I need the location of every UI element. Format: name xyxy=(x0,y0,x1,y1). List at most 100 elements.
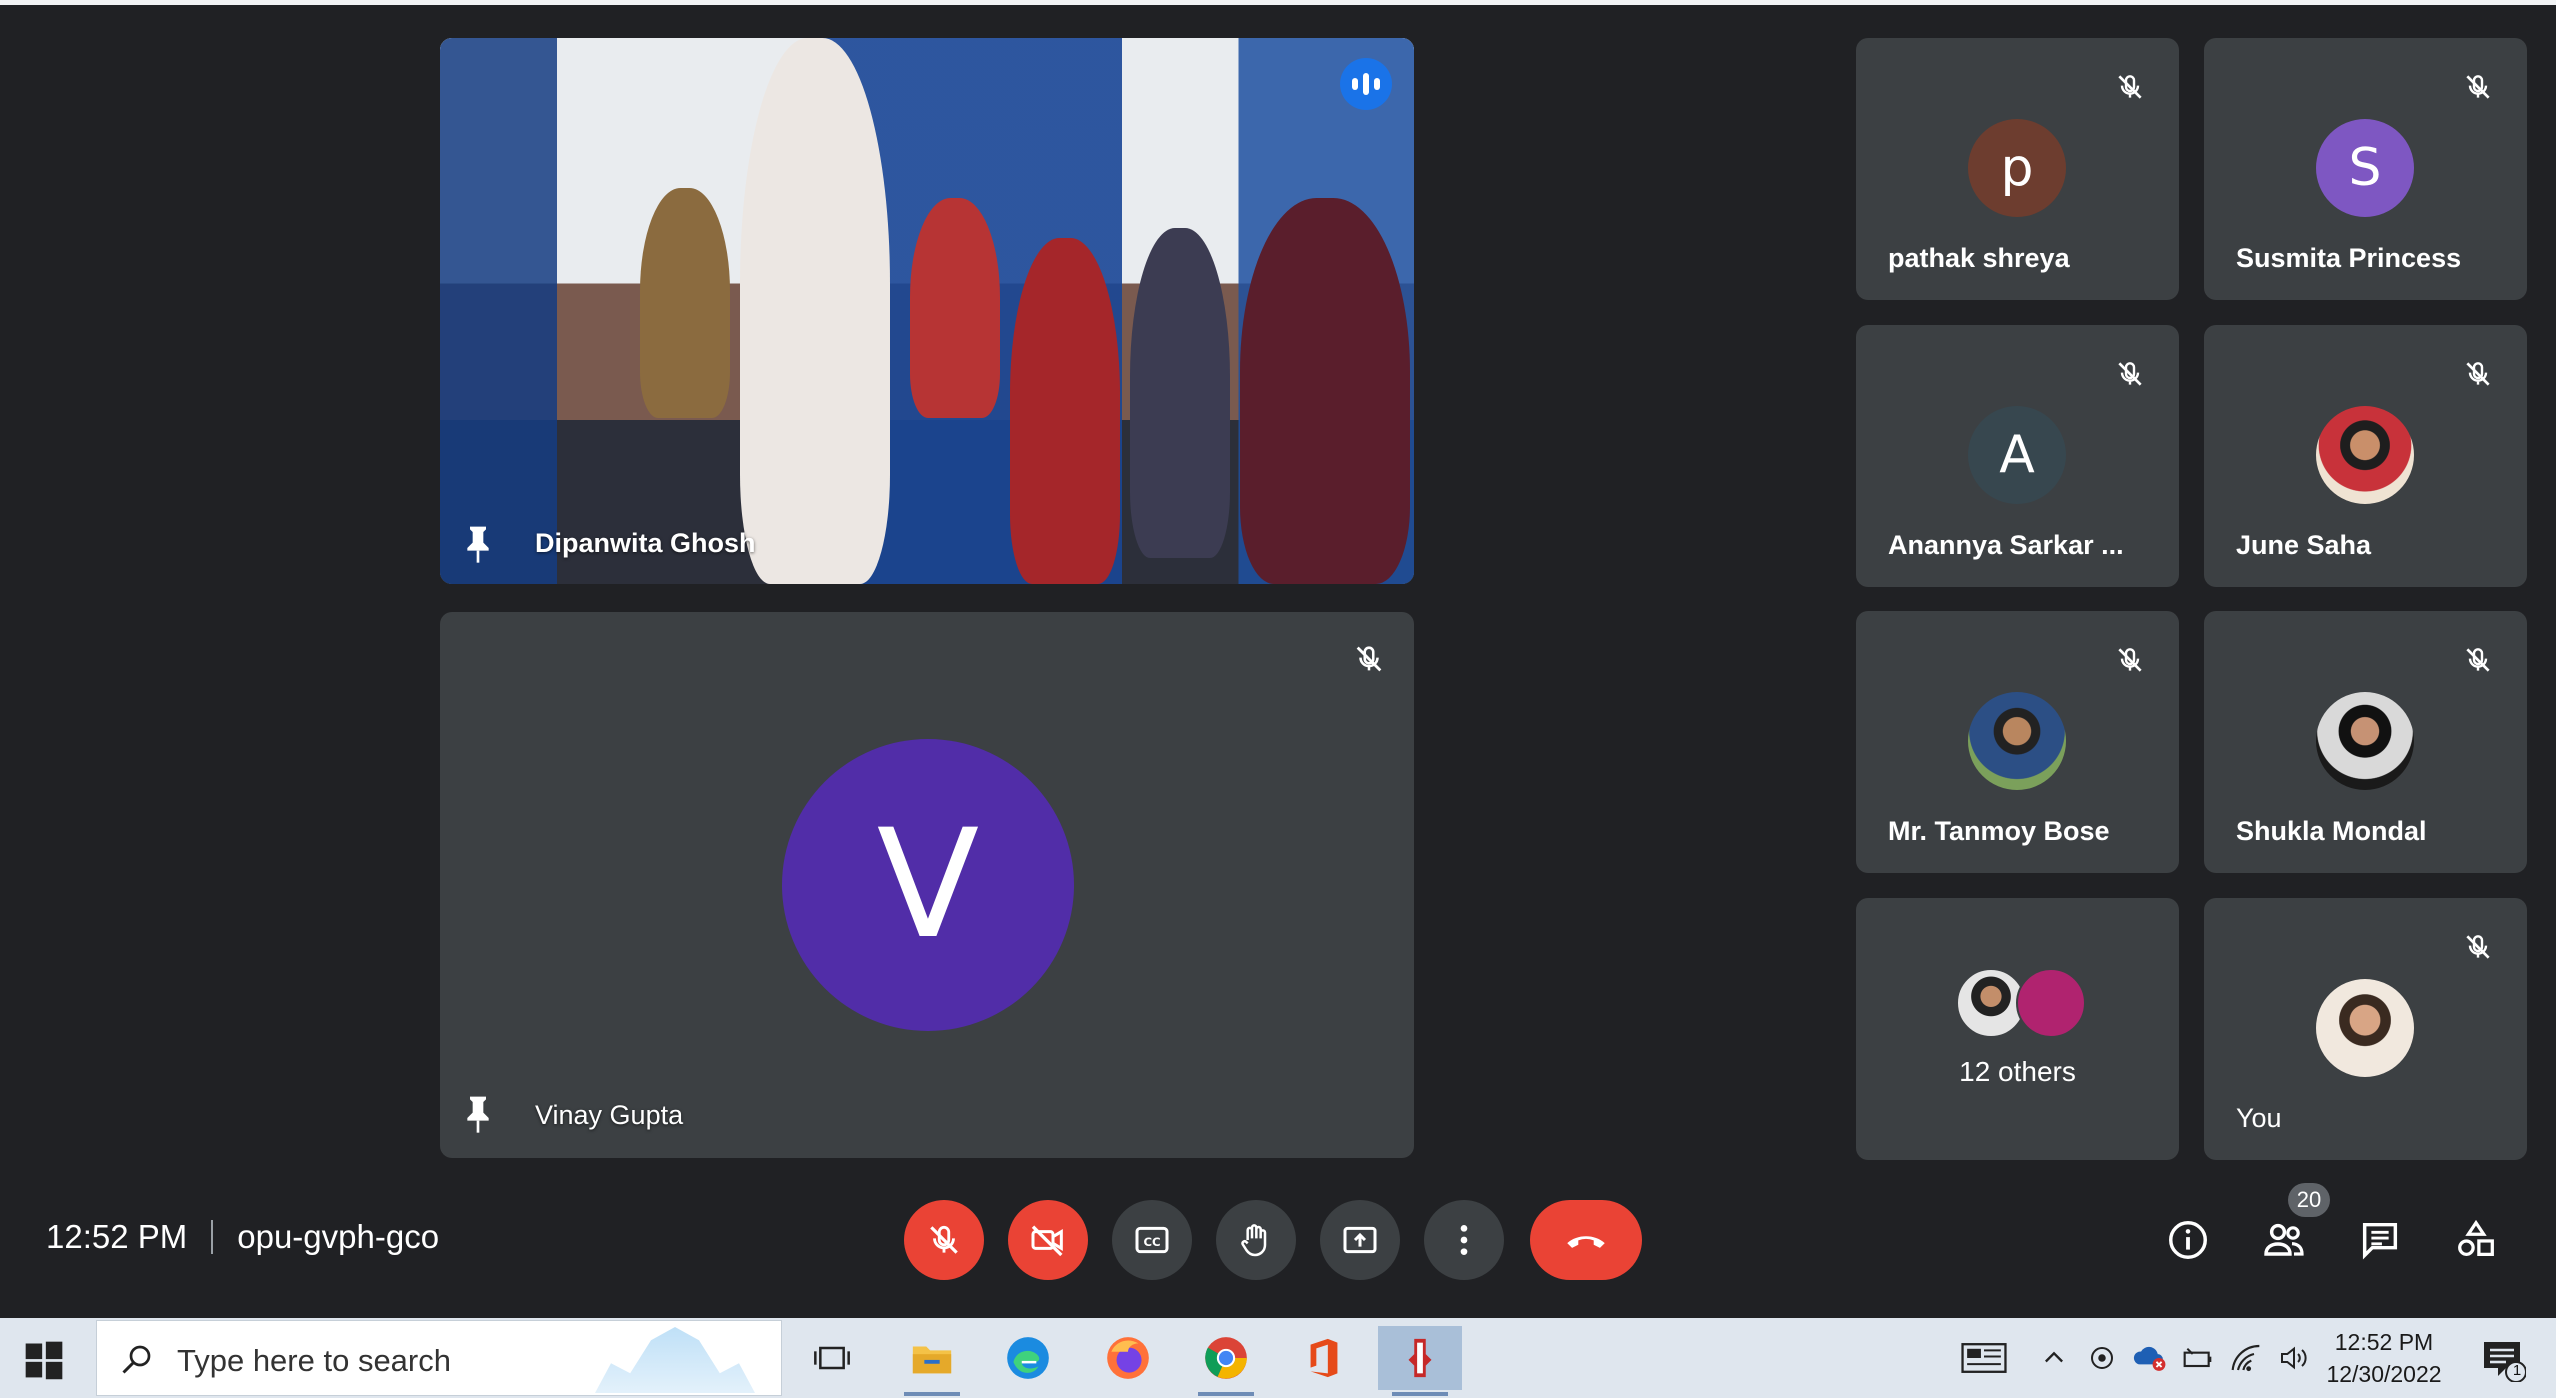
speaking-indicator-icon xyxy=(1340,58,1392,110)
search-icon xyxy=(122,1345,151,1374)
pin-icon[interactable] xyxy=(462,1094,494,1134)
network-tray-button[interactable] xyxy=(2226,1338,2266,1378)
more-options-button[interactable] xyxy=(1424,1200,1504,1280)
pin-icon[interactable] xyxy=(462,524,494,564)
participant-avatar: V xyxy=(782,739,1074,1031)
leave-call-button[interactable] xyxy=(1530,1200,1642,1280)
windows-start-icon[interactable] xyxy=(22,1338,66,1382)
grid-tile-participant[interactable]: S Susmita Princess xyxy=(2204,38,2527,300)
battery-icon xyxy=(2183,1347,2212,1368)
taskbar-clock[interactable]: 12:52 PM 12/30/2022 xyxy=(2316,1326,2452,1390)
volume-tray-button[interactable] xyxy=(2274,1338,2314,1378)
participant-name: Mr. Tanmoy Bose xyxy=(1888,816,2110,846)
mic-toggle-button[interactable] xyxy=(904,1200,984,1280)
main-tile-participant[interactable]: V Vinay Gupta xyxy=(440,612,1414,1158)
grid-tile-participant[interactable]: June Saha xyxy=(2204,325,2527,587)
meeting-code[interactable]: opu-gvph-gco xyxy=(237,1218,439,1256)
participant-avatar: p xyxy=(1968,119,2066,217)
task-view-icon xyxy=(814,1346,850,1370)
chat-button[interactable] xyxy=(2352,1212,2408,1268)
edge-icon xyxy=(1007,1337,1049,1379)
closed-captions-icon: CC xyxy=(1135,1226,1169,1254)
taskbar-search-box[interactable]: Type here to search xyxy=(96,1320,782,1396)
edge-button[interactable] xyxy=(986,1326,1070,1390)
notification-center-button[interactable]: 1 xyxy=(2478,1334,2527,1383)
mic-off-icon xyxy=(930,1225,958,1254)
file-explorer-icon xyxy=(912,1346,952,1374)
meet-tray-button[interactable] xyxy=(2082,1338,2122,1378)
captions-button[interactable]: CC xyxy=(1112,1200,1192,1280)
active-app-button[interactable] xyxy=(1378,1326,1462,1396)
participant-name: Dipanwita Ghosh xyxy=(535,528,756,558)
clock-time: 12:52 PM xyxy=(2334,1329,2434,1355)
participant-photo xyxy=(2316,406,2414,504)
cloud-error-icon xyxy=(2133,1346,2166,1371)
self-photo xyxy=(2316,979,2414,1077)
meeting-time: 12:52 PM xyxy=(46,1218,188,1255)
participant-name: pathak shreya xyxy=(1888,243,2070,273)
mic-muted-icon xyxy=(2455,64,2501,110)
news-icon xyxy=(1961,1343,2007,1373)
meeting-info: 12:52 PM opu-gvph-gco xyxy=(46,1218,439,1256)
search-highlight-image xyxy=(595,1327,755,1393)
participant-video xyxy=(440,38,1414,584)
grid-tile-participant[interactable]: Shukla Mondal xyxy=(2204,611,2527,873)
present-screen-icon xyxy=(1343,1226,1377,1254)
mic-muted-icon xyxy=(2107,637,2153,683)
activities-button[interactable] xyxy=(2448,1212,2504,1268)
news-tray-button[interactable] xyxy=(1960,1338,2008,1378)
hand-icon xyxy=(1241,1224,1267,1257)
mic-muted-icon xyxy=(1346,636,1392,682)
camera-toggle-button[interactable] xyxy=(1008,1200,1088,1280)
raise-hand-button[interactable] xyxy=(1216,1200,1296,1280)
activities-icon xyxy=(2458,1219,2494,1257)
participant-photo xyxy=(2016,968,2086,1038)
camera-tray-icon xyxy=(2091,1347,2113,1369)
search-placeholder: Type here to search xyxy=(177,1343,451,1378)
app-icon xyxy=(1408,1338,1432,1378)
notification-count: 1 xyxy=(2512,1362,2522,1379)
chat-icon xyxy=(2362,1222,2398,1260)
show-hidden-icons-button[interactable] xyxy=(2034,1338,2074,1378)
chevron-up-icon xyxy=(2045,1351,2063,1363)
firefox-icon xyxy=(1107,1337,1149,1379)
participant-count-badge: 20 xyxy=(2288,1183,2330,1217)
mic-muted-icon xyxy=(2455,924,2501,970)
mic-muted-icon xyxy=(2107,351,2153,397)
grid-tile-others[interactable]: 12 others xyxy=(1856,898,2179,1160)
people-button[interactable] xyxy=(2256,1212,2312,1268)
office-icon xyxy=(1310,1338,1338,1378)
svg-text:CC: CC xyxy=(1143,1235,1160,1249)
top-border xyxy=(0,0,2556,5)
office-button[interactable] xyxy=(1282,1326,1366,1390)
chrome-icon xyxy=(1205,1337,1247,1379)
participant-avatar: S xyxy=(2316,119,2414,217)
grid-tile-participant[interactable]: Mr. Tanmoy Bose xyxy=(1856,611,2179,873)
grid-tile-participant[interactable]: A Anannya Sarkar ... xyxy=(1856,325,2179,587)
participant-name: Anannya Sarkar ... xyxy=(1888,530,2124,560)
participant-name: June Saha xyxy=(2236,530,2372,560)
battery-tray-button[interactable] xyxy=(2178,1338,2218,1378)
chrome-button[interactable] xyxy=(1184,1326,1268,1396)
call-end-icon xyxy=(1567,1236,1605,1248)
people-icon xyxy=(2264,1223,2304,1256)
task-view-button[interactable] xyxy=(790,1326,874,1390)
wifi-icon xyxy=(2231,1344,2260,1372)
info-icon xyxy=(2169,1221,2207,1259)
grid-tile-participant[interactable]: p pathak shreya xyxy=(1856,38,2179,300)
participant-name: You xyxy=(2236,1103,2282,1133)
divider xyxy=(211,1220,214,1254)
grid-tile-self[interactable]: You xyxy=(2204,898,2527,1160)
firefox-button[interactable] xyxy=(1086,1326,1170,1390)
file-explorer-button[interactable] xyxy=(890,1326,974,1396)
more-vert-icon xyxy=(1460,1225,1468,1255)
present-button[interactable] xyxy=(1320,1200,1400,1280)
mic-muted-icon xyxy=(2455,637,2501,683)
participant-name: Vinay Gupta xyxy=(535,1100,684,1130)
others-count-label: 12 others xyxy=(1959,1056,2076,1087)
participant-name: Susmita Princess xyxy=(2236,243,2462,273)
main-tile-speaker[interactable]: Dipanwita Ghosh xyxy=(440,38,1414,584)
windows-taskbar: Type here to search 12:52 PM 12/30/2022 … xyxy=(0,1318,2556,1398)
onedrive-tray-button[interactable] xyxy=(2130,1338,2170,1378)
meeting-details-button[interactable] xyxy=(2160,1212,2216,1268)
